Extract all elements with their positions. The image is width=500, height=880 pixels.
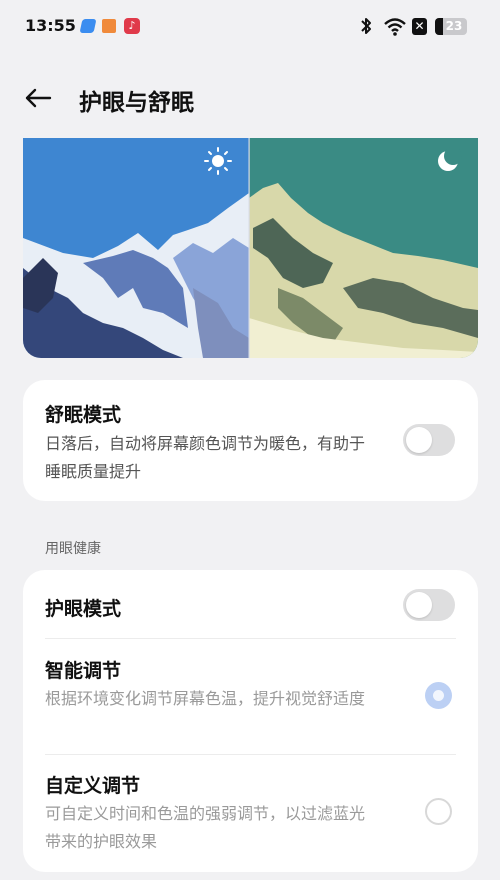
eye-protection-toggle[interactable] [403,589,455,621]
sun-icon [204,147,232,175]
divider [45,638,456,639]
radio-dot [433,690,444,701]
sleep-mode-toggle[interactable] [403,424,455,456]
sleep-mode-card: 舒眠模式 日落后，自动将屏幕颜色调节为暖色，有助于睡眠质量提升 [23,380,478,501]
divider [45,754,456,755]
back-button[interactable] [20,82,56,114]
sleep-mode-description: 日落后，自动将屏幕颜色调节为暖色，有助于睡眠质量提升 [45,434,366,481]
battery-level: 23 [445,19,463,33]
custom-adjust-description: 可自定义时间和色温的强弱调节，以过滤蓝光带来的护眼效果 [45,804,366,851]
battery-icon: 23 [435,18,467,35]
app-icon-orange [102,19,116,33]
status-time: 13:55 [25,16,76,35]
custom-adjust-radio[interactable] [425,798,452,825]
no-sim-icon: ✕ [412,18,427,35]
preview-illustration [23,138,478,358]
wifi-icon [384,18,406,36]
back-arrow-icon [25,88,52,108]
mode-preview-image [23,138,478,358]
music-app-icon: ♪ [124,18,140,34]
eye-health-card: 护眼模式 智能调节 根据环境变化调节屏幕色温，提升视觉舒适度 自定义调节 可自定… [23,570,478,872]
toggle-knob [406,592,432,618]
eye-protection-title: 护眼模式 [45,598,122,620]
custom-adjust-title: 自定义调节 [45,775,141,797]
toggle-knob [406,427,432,453]
status-bar: 13:55 ♪ ✕ 23 [0,0,500,56]
sleep-mode-title: 舒眠模式 [45,404,122,426]
bluetooth-icon [361,18,371,34]
app-icon-blue [79,19,97,33]
smart-adjust-description: 根据环境变化调节屏幕色温，提升视觉舒适度 [45,689,366,708]
eye-health-section-label: 用眼健康 [45,541,101,557]
smart-adjust-title: 智能调节 [45,660,122,682]
page-title: 护眼与舒眠 [79,90,194,116]
smart-adjust-radio[interactable] [425,682,452,709]
